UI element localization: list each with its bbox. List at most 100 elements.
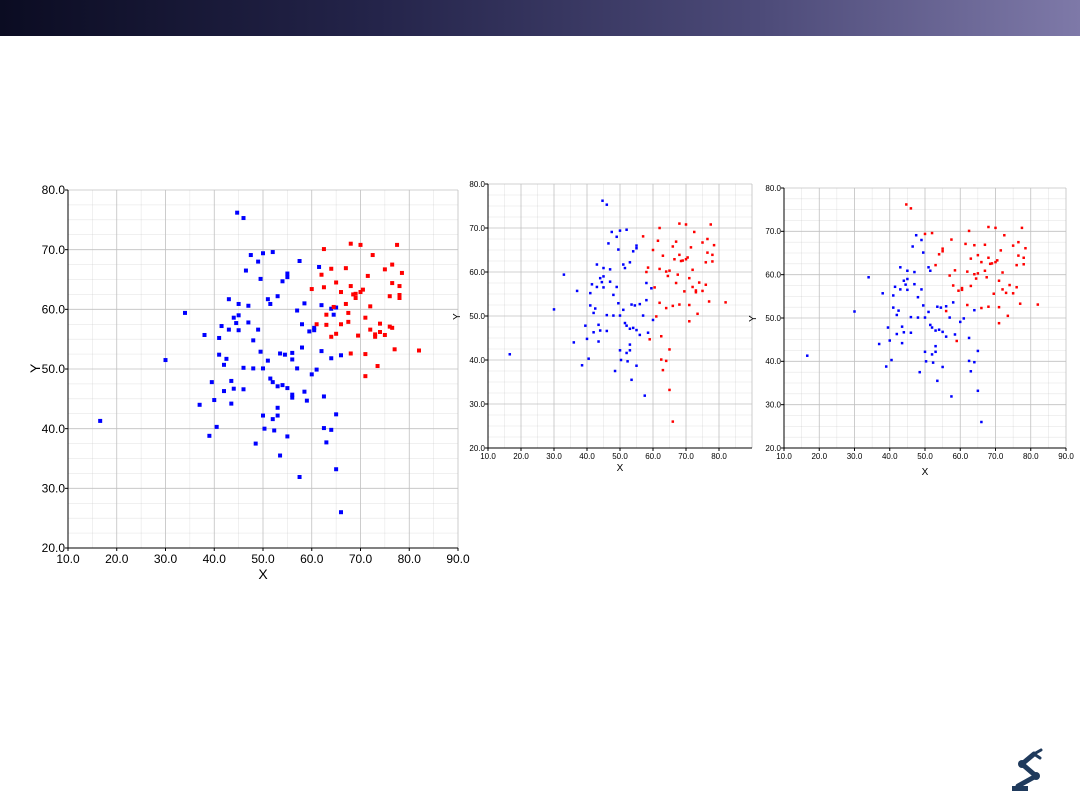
data-point bbox=[585, 337, 589, 341]
data-point bbox=[618, 314, 622, 317]
y-tick-label: 60.0 bbox=[42, 303, 66, 317]
data-point bbox=[930, 353, 934, 356]
data-point bbox=[270, 380, 275, 385]
data-point bbox=[602, 266, 605, 270]
x-axis-label: X bbox=[922, 467, 929, 478]
data-point bbox=[309, 287, 314, 292]
data-point bbox=[641, 314, 645, 317]
x-axis-label: X bbox=[258, 566, 268, 582]
data-point bbox=[390, 325, 395, 330]
y-axis-label: Y bbox=[748, 315, 759, 322]
y-axis-label: Y bbox=[27, 363, 43, 373]
data-point bbox=[272, 428, 277, 433]
data-point bbox=[397, 284, 402, 289]
data-point bbox=[645, 298, 648, 302]
data-point bbox=[888, 339, 891, 342]
data-point bbox=[951, 301, 955, 304]
data-point bbox=[967, 359, 971, 363]
data-point bbox=[711, 253, 714, 257]
data-point bbox=[983, 269, 987, 273]
data-point bbox=[924, 360, 928, 363]
data-point bbox=[899, 288, 902, 291]
x-tick-label: 40.0 bbox=[882, 452, 898, 461]
data-point bbox=[645, 281, 648, 285]
data-point bbox=[508, 353, 512, 356]
data-point bbox=[962, 317, 966, 320]
data-point bbox=[217, 335, 222, 340]
data-point bbox=[390, 281, 395, 286]
data-point bbox=[251, 338, 256, 343]
data-point bbox=[302, 389, 307, 394]
data-point bbox=[631, 250, 635, 253]
data-point bbox=[300, 345, 304, 350]
y-tick-label: 30.0 bbox=[765, 400, 781, 409]
data-point bbox=[641, 235, 645, 238]
y-tick-label: 50.0 bbox=[765, 314, 781, 323]
data-point bbox=[399, 270, 404, 275]
x-tick-label: 40.0 bbox=[203, 552, 227, 566]
data-point bbox=[319, 272, 324, 277]
data-point bbox=[241, 387, 246, 392]
data-point bbox=[960, 286, 964, 290]
data-point bbox=[684, 223, 688, 226]
data-point bbox=[691, 268, 694, 272]
data-point bbox=[319, 303, 324, 308]
data-point bbox=[929, 269, 932, 273]
data-point bbox=[300, 322, 304, 327]
y-tick-label: 30.0 bbox=[42, 482, 66, 496]
data-point bbox=[628, 343, 632, 346]
data-point bbox=[314, 322, 319, 327]
data-point bbox=[892, 306, 895, 309]
data-point bbox=[974, 277, 978, 280]
data-point bbox=[339, 510, 343, 515]
data-point bbox=[285, 271, 290, 276]
data-point bbox=[290, 350, 295, 355]
data-point bbox=[689, 246, 693, 249]
data-point bbox=[251, 366, 256, 371]
data-point bbox=[615, 235, 618, 239]
data-point bbox=[346, 310, 351, 315]
x-tick-label: 20.0 bbox=[105, 552, 129, 566]
data-point bbox=[987, 256, 990, 260]
data-point bbox=[706, 237, 709, 241]
data-point bbox=[881, 292, 884, 295]
data-point bbox=[224, 356, 229, 361]
data-point bbox=[552, 308, 556, 311]
data-point bbox=[1017, 240, 1020, 244]
data-point bbox=[638, 302, 642, 306]
data-point bbox=[334, 331, 339, 336]
data-point bbox=[937, 253, 941, 256]
data-point bbox=[375, 364, 380, 369]
data-point bbox=[911, 245, 914, 248]
x-tick-label: 20.0 bbox=[513, 452, 529, 461]
data-point bbox=[724, 301, 727, 304]
data-point bbox=[930, 326, 934, 329]
data-point bbox=[378, 321, 382, 326]
data-point bbox=[365, 273, 370, 278]
data-point bbox=[358, 242, 363, 247]
data-point bbox=[923, 316, 927, 319]
x-tick-label: 50.0 bbox=[612, 452, 628, 461]
data-point bbox=[937, 328, 941, 331]
x-tick-label: 90.0 bbox=[446, 552, 470, 566]
data-point bbox=[1018, 302, 1022, 305]
data-point bbox=[909, 315, 913, 319]
data-point bbox=[953, 269, 957, 272]
data-point bbox=[241, 216, 246, 221]
data-point bbox=[1011, 292, 1015, 295]
data-point bbox=[651, 318, 655, 322]
data-point bbox=[645, 270, 648, 274]
data-point bbox=[392, 347, 397, 352]
data-point bbox=[234, 321, 239, 326]
data-point bbox=[597, 323, 600, 327]
data-point bbox=[324, 440, 329, 445]
data-point bbox=[319, 349, 324, 354]
data-point bbox=[290, 395, 295, 400]
data-point bbox=[936, 305, 939, 308]
data-point bbox=[268, 376, 273, 381]
y-tick-label: 20.0 bbox=[765, 444, 781, 453]
data-point bbox=[951, 284, 955, 287]
data-point bbox=[295, 366, 300, 371]
data-point bbox=[628, 327, 632, 331]
x-tick-label: 10.0 bbox=[776, 452, 792, 461]
